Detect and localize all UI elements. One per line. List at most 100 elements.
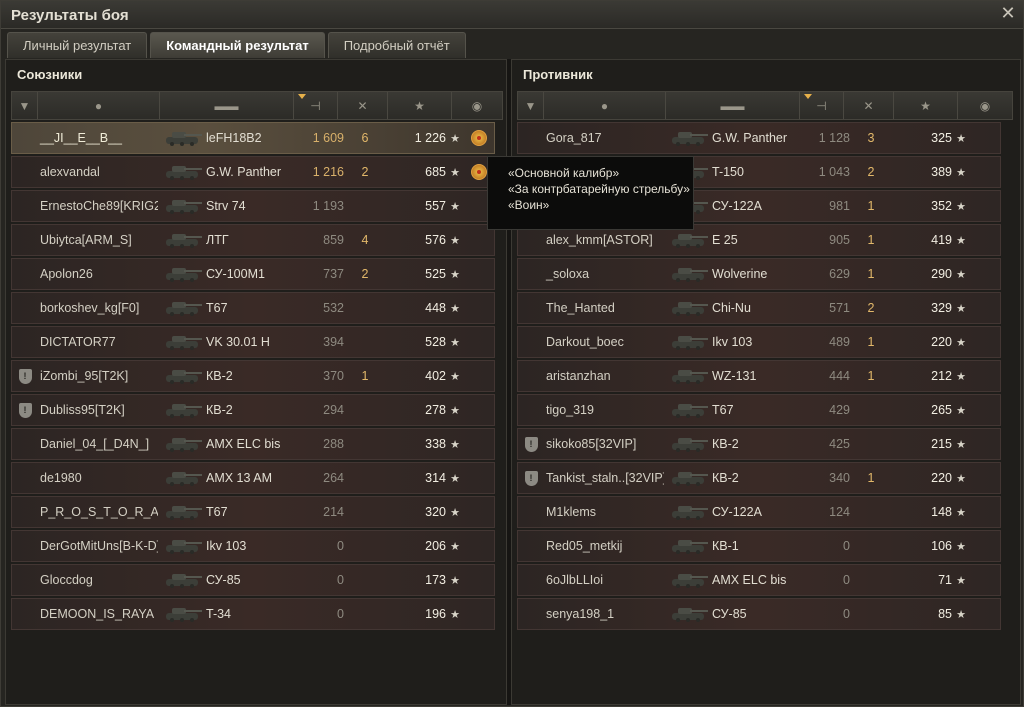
tank-name: AMX ELC bis <box>206 437 281 451</box>
table-row[interactable]: P_R_O_S_T_O_R_A... T67 214 320 ★ <box>11 496 495 528</box>
xp-column-icon[interactable]: ★ <box>388 92 452 119</box>
allies-title: Союзники <box>17 67 83 82</box>
table-row[interactable]: Gora_817 G.W. Panther 1 128 3 325 ★ <box>517 122 1001 154</box>
tank-icon <box>158 157 206 187</box>
player-name[interactable]: M1klems <box>544 505 664 519</box>
table-row[interactable]: __JI__E__B__ leFH18B2 1 609 6 1 226 ★ <box>11 122 495 154</box>
damage-value: 294 <box>323 403 344 417</box>
table-row[interactable]: ! sikoko85[32VIP] КВ-2 425 215 ★ <box>517 428 1001 460</box>
table-row[interactable]: ! Tankist_staln..[32VIP] КВ-2 340 1 220 ★ <box>517 462 1001 494</box>
table-row[interactable]: DEMOON_IS_RAYA T-34 0 196 ★ <box>11 598 495 630</box>
table-row[interactable]: ! Dubliss95[T2K] КВ-2 294 278 ★ <box>11 394 495 426</box>
squad-column-icon[interactable]: ▼ <box>518 92 544 119</box>
player-name[interactable]: Apolon26 <box>38 267 158 281</box>
xp-value: 212 <box>931 369 952 383</box>
table-row[interactable]: ! iZombi_95[T2K] КВ-2 370 1 402 ★ <box>11 360 495 392</box>
player-name[interactable]: Darkout_boec <box>544 335 664 349</box>
allies-list: __JI__E__B__ leFH18B2 1 609 6 1 226 ★ alexvand… <box>11 122 495 632</box>
player-name[interactable]: borkoshev_kg[F0] <box>38 301 158 315</box>
table-row[interactable]: Red05_metkij КВ-1 0 106 ★ <box>517 530 1001 562</box>
xp-value: 528 <box>425 335 446 349</box>
player-name[interactable]: aristanzhan <box>544 369 664 383</box>
tank-column-icon[interactable]: ▬▬ <box>666 92 800 119</box>
table-row[interactable]: alexvandal G.W. Panther 1 216 2 685 ★ <box>11 156 495 188</box>
player-column-icon[interactable]: ● <box>38 92 160 119</box>
table-row[interactable]: DICTATOR77 VK 30.01 H 394 528 ★ <box>11 326 495 358</box>
player-name[interactable]: Ubiytca[ARM_S] <box>38 233 158 247</box>
table-row[interactable]: Gloccdog СУ-85 0 173 ★ <box>11 564 495 596</box>
table-row[interactable]: DerGotMitUns[B-K-D] Ikv 103 0 206 ★ <box>11 530 495 562</box>
kills-column-icon[interactable]: ✕ <box>338 92 388 119</box>
table-row[interactable]: aristanzhan WZ-131 444 1 212 ★ <box>517 360 1001 392</box>
tank-icon <box>158 225 206 255</box>
table-row[interactable]: 6oJlbLLIoi AMX ELC bis 0 71 ★ <box>517 564 1001 596</box>
table-row[interactable]: Ubiytca[ARM_S] ЛТГ 859 4 576 ★ <box>11 224 495 256</box>
tank-name: Chi-Nu <box>712 301 751 315</box>
kills-value: 2 <box>361 267 369 281</box>
tank-icon <box>664 259 712 289</box>
damage-value: 214 <box>323 505 344 519</box>
kills-value: 1 <box>867 369 875 383</box>
player-name[interactable]: de1980 <box>38 471 158 485</box>
player-name[interactable]: DICTATOR77 <box>38 335 158 349</box>
tank-icon <box>664 463 712 493</box>
player-name[interactable]: _soloxa <box>544 267 664 281</box>
player-name[interactable]: sikoko85[32VIP] <box>544 437 664 451</box>
close-icon[interactable]: ✕ <box>999 4 1017 23</box>
player-name[interactable]: Daniel_04_[_D4N_] <box>38 437 158 451</box>
player-name[interactable]: __JI__E__B__ <box>38 131 158 145</box>
damage-value: 124 <box>829 505 850 519</box>
player-name[interactable]: Red05_metkij <box>544 539 664 553</box>
player-name[interactable]: Dubliss95[T2K] <box>38 403 158 417</box>
medal-column-icon[interactable]: ◉ <box>958 92 1012 119</box>
star-icon: ★ <box>450 200 460 213</box>
kills-value: 1 <box>867 471 875 485</box>
kills-value: 1 <box>867 335 875 349</box>
medal-icon[interactable] <box>471 130 487 146</box>
damage-value: 1 193 <box>312 199 344 213</box>
xp-column-icon[interactable]: ★ <box>894 92 958 119</box>
player-name[interactable]: DEMOON_IS_RAYA <box>38 607 158 621</box>
player-name[interactable]: Gora_817 <box>544 131 664 145</box>
medal-icon[interactable] <box>471 164 487 180</box>
table-row[interactable]: ErnestoChe89[KRIG2] Strv 74 1 193 557 ★ <box>11 190 495 222</box>
medal-column-icon[interactable]: ◉ <box>452 92 502 119</box>
tab-detailed-report[interactable]: Подробный отчёт <box>327 32 466 58</box>
damage-column-icon[interactable]: ⊣ <box>294 92 338 119</box>
tank-icon <box>664 327 712 357</box>
player-name[interactable]: iZombi_95[T2K] <box>38 369 158 383</box>
star-icon: ★ <box>956 268 966 281</box>
kills-column-icon[interactable]: ✕ <box>844 92 894 119</box>
player-name[interactable]: alexvandal <box>38 165 158 179</box>
table-row[interactable]: de1980 AMX 13 AM 264 314 ★ <box>11 462 495 494</box>
player-name[interactable]: alex_kmm[ASTOR] <box>544 233 664 247</box>
player-name[interactable]: Gloccdog <box>38 573 158 587</box>
table-row[interactable]: tigo_319 T67 429 265 ★ <box>517 394 1001 426</box>
tab-team-result[interactable]: Командный результат <box>150 32 325 58</box>
player-name[interactable]: senya198_1 <box>544 607 664 621</box>
player-name[interactable]: ErnestoChe89[KRIG2] <box>38 199 158 213</box>
player-name[interactable]: Tankist_staln..[32VIP] <box>544 471 664 485</box>
table-row[interactable]: Daniel_04_[_D4N_] AMX ELC bis 288 338 ★ <box>11 428 495 460</box>
table-row[interactable]: senya198_1 СУ-85 0 85 ★ <box>517 598 1001 630</box>
xp-value: 265 <box>931 403 952 417</box>
player-name[interactable]: The_Hanted <box>544 301 664 315</box>
tank-column-icon[interactable]: ▬▬ <box>160 92 294 119</box>
table-row[interactable]: The_Hanted Chi-Nu 571 2 329 ★ <box>517 292 1001 324</box>
table-row[interactable]: M1klems СУ-122А 124 148 ★ <box>517 496 1001 528</box>
table-row[interactable]: borkoshev_kg[F0] T67 532 448 ★ <box>11 292 495 324</box>
player-name[interactable]: DerGotMitUns[B-K-D] <box>38 539 158 553</box>
player-name[interactable]: P_R_O_S_T_O_R_A... <box>38 505 158 519</box>
table-row[interactable]: Apolon26 СУ-100М1 737 2 525 ★ <box>11 258 495 290</box>
player-name[interactable]: 6oJlbLLIoi <box>544 573 664 587</box>
tank-name: СУ-122А <box>712 505 762 519</box>
player-name[interactable]: tigo_319 <box>544 403 664 417</box>
tab-personal-result[interactable]: Личный результат <box>7 32 148 58</box>
tank-name: T67 <box>206 301 228 315</box>
xp-value: 314 <box>425 471 446 485</box>
squad-column-icon[interactable]: ▼ <box>12 92 38 119</box>
table-row[interactable]: _soloxa Wolverine 629 1 290 ★ <box>517 258 1001 290</box>
damage-column-icon[interactable]: ⊣ <box>800 92 844 119</box>
player-column-icon[interactable]: ● <box>544 92 666 119</box>
table-row[interactable]: Darkout_boec Ikv 103 489 1 220 ★ <box>517 326 1001 358</box>
